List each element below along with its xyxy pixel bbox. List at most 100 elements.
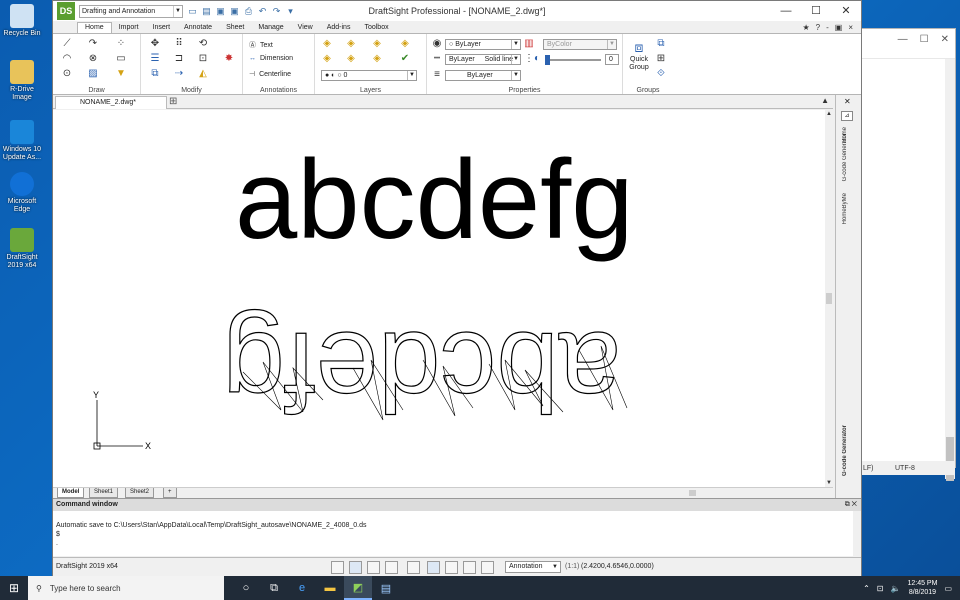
network-icon[interactable]: ⊡ [877, 584, 884, 593]
h-scroll-thumb[interactable] [689, 490, 696, 496]
layer-previous-icon[interactable]: ◈ [371, 38, 383, 50]
taskbar-search[interactable]: ⚲ Type here to search [28, 576, 224, 600]
add-sheet-button[interactable]: + [163, 488, 177, 498]
stretch-icon[interactable]: ⇢ [173, 68, 185, 80]
move-icon[interactable]: ✥ [149, 38, 161, 50]
lineweight-toggle[interactable] [445, 561, 458, 574]
dynamic-ucs-toggle[interactable] [481, 561, 494, 574]
group-select-icon[interactable]: ⟐ [655, 68, 667, 80]
doc-restore-button[interactable]: ▣ [835, 23, 843, 32]
sheet-tab-sheet2[interactable]: Sheet2 [125, 488, 155, 498]
side-tab-gcode-generator[interactable]: G-code Generator [842, 425, 848, 476]
tab-annotate[interactable]: Annotate [177, 23, 219, 33]
minimize-button[interactable]: — [771, 1, 801, 21]
tab-manage[interactable]: Manage [251, 23, 290, 33]
layer-match-icon[interactable]: ◈ [399, 38, 411, 50]
task-switch-icon[interactable]: ⧉ [260, 576, 288, 600]
group-edit-icon[interactable]: ⧉ [655, 38, 667, 50]
annotation-scale-select[interactable]: Annotation ▼ [505, 561, 561, 573]
add-tab-button[interactable]: ⊞ [169, 97, 177, 107]
desktop-icon-windows-update[interactable]: Windows 10 Update As... [2, 120, 42, 162]
save-as-icon[interactable]: ▣ [229, 6, 240, 17]
color-palette-icon[interactable]: ▥ [523, 38, 535, 50]
help-icon[interactable]: ? [816, 23, 820, 32]
quickinput-toggle[interactable] [463, 561, 476, 574]
array-icon[interactable]: ⠿ [173, 38, 185, 50]
checkmark-icon[interactable]: ✔ [399, 53, 411, 65]
chevron-up-icon[interactable]: ⌃ [863, 584, 870, 593]
desktop-icon-r-drive[interactable]: R-Drive Image [2, 60, 42, 102]
edge-taskbar-icon[interactable]: e [288, 576, 316, 600]
layer-freeze-icon[interactable]: ◈ [371, 53, 383, 65]
quick-group-button[interactable]: ⧈ Quick Group [625, 38, 653, 72]
trim-icon[interactable]: ⊐ [173, 53, 185, 65]
clock[interactable]: 12:45 PM 8/8/2019 [907, 579, 937, 597]
bycolor-select[interactable]: ByColor ▼ [543, 39, 617, 50]
dimension-tool[interactable]: ↔ Dimension [249, 55, 293, 62]
rotate-icon[interactable]: ⟲ [197, 38, 209, 50]
color-select[interactable]: ○ ByLayer ▼ [445, 39, 521, 50]
file-explorer-icon[interactable]: ▬ [316, 576, 344, 600]
scale-icon[interactable]: ◭ [197, 68, 209, 80]
transparency-icon[interactable]: ◐ [531, 53, 543, 65]
command-input[interactable]: . [53, 539, 861, 548]
sheet-tab-sheet1[interactable]: Sheet1 [89, 488, 119, 498]
slider-thumb[interactable] [545, 55, 550, 65]
layer-off-icon[interactable]: ◈ [345, 53, 357, 65]
tab-sheet[interactable]: Sheet [219, 23, 251, 33]
tab-import[interactable]: Import [112, 23, 146, 33]
rectangle-icon[interactable]: ▭ [115, 53, 127, 65]
circle-icon[interactable]: ⊗ [87, 53, 99, 65]
command-scrollbar[interactable] [853, 511, 861, 557]
close-button[interactable]: ✕ [941, 34, 949, 45]
vertical-scrollbar[interactable] [945, 59, 955, 481]
scroll-up-icon[interactable]: ▲ [825, 111, 833, 117]
background-notepad-window[interactable]: — ☐ ✕ LF) UTF-8 [860, 28, 956, 481]
close-panel-icon[interactable]: ✕ [844, 97, 851, 106]
transparency-slider[interactable] [545, 55, 601, 65]
desktop-icon-edge[interactable]: Microsoft Edge [2, 172, 42, 214]
linetype-select[interactable]: ByLayer Solid line ▼ [445, 54, 521, 65]
start-button[interactable]: ⊞ [0, 576, 28, 600]
group-manager-icon[interactable]: ⊞ [655, 53, 667, 65]
task-view-icon[interactable]: ○ [232, 576, 260, 600]
layer-select[interactable]: ● ◐ ○ 0 ▼ [321, 70, 417, 81]
text-tool[interactable]: Ⓐ Text [249, 40, 273, 50]
close-button[interactable]: ✕ [831, 1, 861, 21]
new-file-icon[interactable]: ▭ [187, 6, 198, 17]
doc-minimize-button[interactable]: - [826, 23, 829, 32]
favorite-icon[interactable]: ★ [802, 23, 809, 32]
tab-home[interactable]: Home [77, 22, 112, 33]
fill-icon[interactable]: ▼ [115, 68, 127, 80]
draftsight-taskbar-icon[interactable]: ◩ [344, 576, 372, 600]
print-icon[interactable]: ⎙ [243, 6, 254, 17]
layer-manager-icon[interactable]: ◈ [321, 38, 333, 50]
lineweight-icon[interactable]: ≡ [431, 69, 443, 81]
ortho-toggle[interactable] [367, 561, 380, 574]
transparency-value[interactable]: 0 [605, 54, 619, 65]
color-icon[interactable]: ◉ [431, 38, 443, 50]
redo-icon[interactable]: ↷ [271, 6, 282, 17]
command-window-controls[interactable]: ⧉ ✕ [845, 499, 857, 511]
pin-icon[interactable]: ⊿ [841, 111, 853, 121]
polyline-icon[interactable]: ↷ [87, 38, 99, 50]
etrack-toggle[interactable] [427, 561, 440, 574]
side-tab-gcode[interactable]: G-code Generator [842, 133, 848, 181]
linetype-icon[interactable]: ┅ [431, 53, 443, 65]
open-folder-icon[interactable]: ▤ [201, 6, 212, 17]
command-window[interactable]: Command window ⧉ ✕ Automatic save to C:\… [53, 498, 861, 557]
esnap-toggle[interactable] [407, 561, 420, 574]
grid-toggle[interactable] [349, 561, 362, 574]
sheet-tab-model[interactable]: Model [57, 488, 85, 498]
maximize-button[interactable]: ☐ [920, 34, 929, 45]
side-tab-homebyme[interactable]: HomeByMe [842, 193, 848, 224]
snap-toggle[interactable] [331, 561, 344, 574]
canvas-vertical-scrollbar[interactable]: ▲ ▼ [825, 110, 833, 487]
minimize-button[interactable]: — [898, 34, 908, 45]
tab-add-ins[interactable]: Add-ins [320, 23, 358, 33]
scroll-thumb[interactable] [826, 293, 832, 304]
tab-insert[interactable]: Insert [146, 23, 178, 33]
desktop-icon-draftsight[interactable]: DraftSight 2019 x64 [2, 228, 42, 270]
maximize-button[interactable]: ☐ [801, 1, 831, 21]
desktop-icon-recycle-bin[interactable]: Recycle Bin [2, 4, 42, 38]
